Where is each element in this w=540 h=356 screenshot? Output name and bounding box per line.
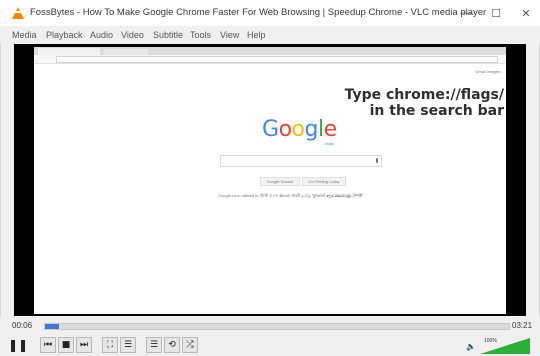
google-logo-letter: o: [291, 117, 305, 142]
menu-subtitle[interactable]: Subtitle: [153, 30, 183, 40]
google-logo-letter: G: [262, 117, 279, 142]
google-logo-subtitle: India: [325, 141, 334, 146]
seek-slider[interactable]: [44, 323, 510, 330]
loop-button[interactable]: ⟲: [164, 337, 180, 353]
browser-tab: [38, 48, 100, 55]
video-frame: Gmail Images Type chrome://flags/ in the…: [34, 47, 506, 314]
seek-row: 00:06 03:21: [0, 316, 540, 334]
menu-view[interactable]: View: [220, 30, 239, 40]
google-search-button: Google Search: [260, 177, 300, 186]
time-total: 03:21: [512, 321, 533, 330]
vlc-window: FossBytes - How To Make Google Chrome Fa…: [0, 0, 540, 356]
speaker-icon[interactable]: 🔈: [466, 342, 476, 351]
google-logo: Google: [262, 117, 337, 142]
menu-audio[interactable]: Audio: [90, 30, 113, 40]
fullscreen-button[interactable]: ⛶: [102, 337, 118, 353]
pause-button[interactable]: ❚❚: [8, 337, 28, 353]
window-title: FossBytes - How To Make Google Chrome Fa…: [30, 7, 487, 18]
close-button[interactable]: ✕: [512, 3, 540, 23]
menu-playback[interactable]: Playback: [46, 30, 83, 40]
maximize-button[interactable]: ☐: [482, 3, 510, 23]
menu-help[interactable]: Help: [247, 30, 266, 40]
google-logo-letter: e: [323, 117, 338, 142]
feeling-lucky-button: I'm Feeling Lucky: [302, 177, 346, 186]
menu-bar: Media Playback Audio Video Subtitle Tool…: [0, 26, 540, 44]
google-top-links: Gmail Images: [475, 69, 500, 74]
overlay-line-2: in the search bar: [369, 103, 504, 119]
time-elapsed: 00:06: [12, 321, 33, 330]
next-button[interactable]: ⏭: [76, 337, 92, 353]
extended-settings-button[interactable]: ☰: [120, 337, 136, 353]
menu-media[interactable]: Media: [12, 30, 37, 40]
browser-tab-strip: [34, 47, 506, 55]
shuffle-button[interactable]: ⤮: [182, 337, 198, 353]
stop-button[interactable]: ■: [58, 337, 74, 353]
browser-address-bar: [56, 56, 498, 63]
browser-toolbar: [34, 55, 506, 64]
volume-percent: 100%: [484, 338, 497, 344]
vlc-cone-icon: [12, 7, 24, 19]
playlist-button[interactable]: ☰: [146, 337, 162, 353]
video-area[interactable]: Gmail Images Type chrome://flags/ in the…: [14, 44, 526, 316]
google-search-box: [220, 155, 382, 167]
controls-bar: ❚❚ ⏮ ■ ⏭ ⛶ ☰ ☰ ⟲ ⤮ 🔈: [0, 334, 540, 356]
google-logo-letter: g: [304, 117, 319, 142]
overlay-line-1: Type chrome://flags/: [344, 87, 504, 103]
mic-icon: [376, 158, 378, 163]
previous-button[interactable]: ⏮: [40, 337, 56, 353]
offered-in-languages: Google.co.in offered in: हिन्दी বাংলা తె…: [218, 193, 363, 198]
seek-slider-fill: [45, 324, 59, 329]
menu-video[interactable]: Video: [121, 30, 144, 40]
minimize-button[interactable]: —: [452, 3, 480, 23]
google-logo-letter: o: [278, 117, 292, 142]
tutorial-overlay-text: Type chrome://flags/ in the search bar: [328, 87, 504, 119]
menu-tools[interactable]: Tools: [190, 30, 211, 40]
title-bar: FossBytes - How To Make Google Chrome Fa…: [0, 0, 540, 26]
